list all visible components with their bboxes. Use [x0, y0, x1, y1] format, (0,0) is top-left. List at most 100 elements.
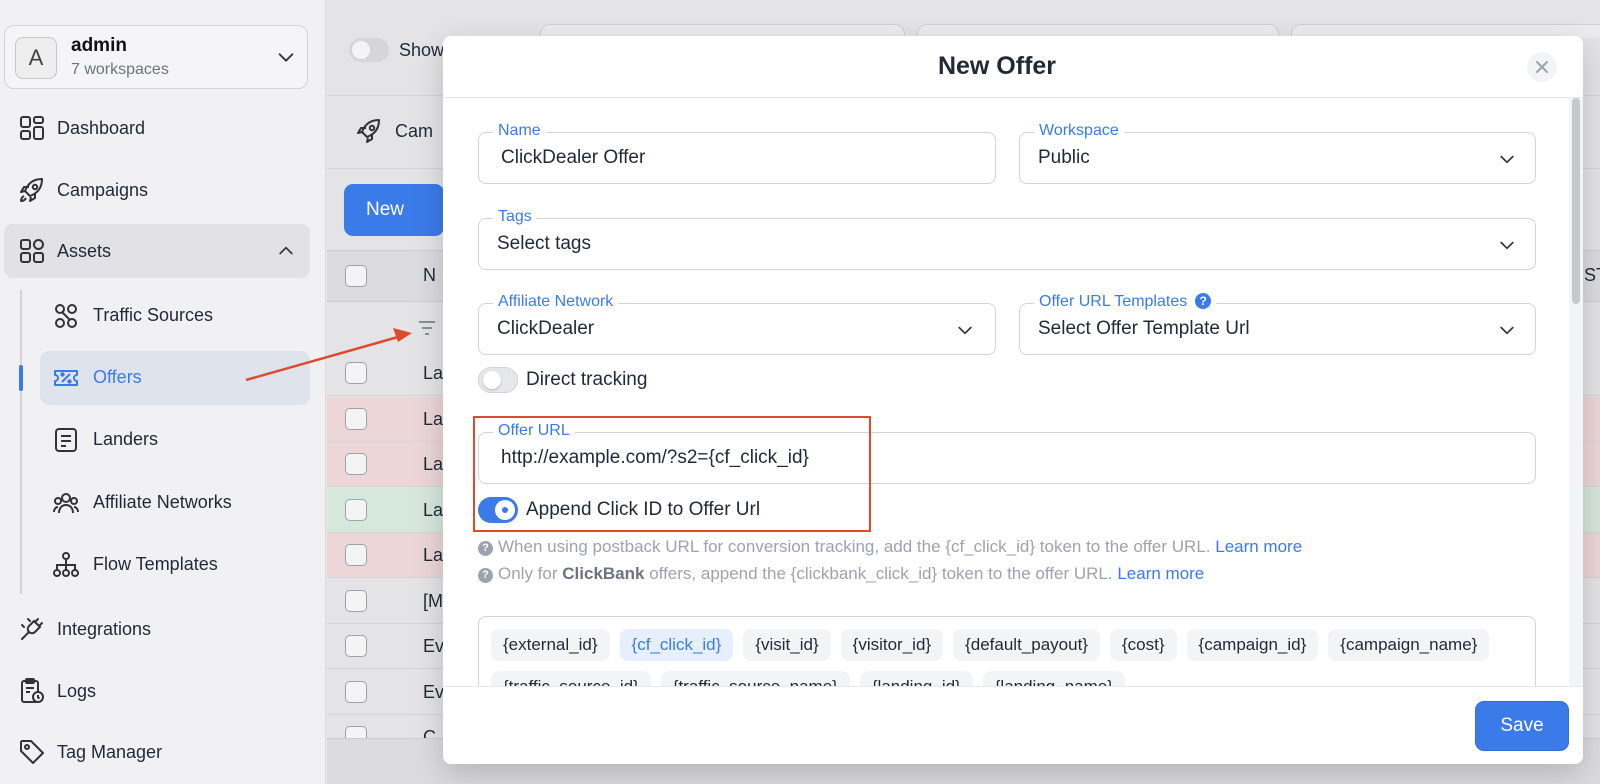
new-button[interactable]: New: [344, 184, 444, 236]
modal-footer: Save: [443, 686, 1583, 764]
help-icon[interactable]: ?: [1195, 293, 1212, 309]
sidebar-item-offers[interactable]: Offers: [40, 351, 310, 405]
row-name-cell: La: [423, 363, 444, 383]
workspace-count: 7 workspaces: [71, 61, 169, 78]
name-input[interactable]: ClickDealer Offer: [501, 147, 645, 169]
chevron-down-icon: [278, 53, 294, 62]
direct-tracking-toggle[interactable]: [478, 367, 518, 393]
workspace-switcher[interactable]: A admin 7 workspaces: [4, 25, 308, 89]
offer-url-template-value: Select Offer Template Url: [1038, 318, 1250, 339]
learn-more-link[interactable]: Learn more: [1117, 564, 1204, 583]
sidebar-item-assets[interactable]: Assets: [4, 224, 310, 278]
token-chip[interactable]: {campaign_name}: [1328, 629, 1490, 661]
landers-icon: [55, 428, 77, 452]
column-header[interactable]: N: [423, 265, 436, 286]
modal-title: New Offer: [937, 52, 1057, 80]
learn-more-link[interactable]: Learn more: [1215, 537, 1302, 556]
field-label: Workspace: [1034, 122, 1124, 140]
token-chip[interactable]: {default_payout}: [953, 629, 1100, 661]
affiliate-network-value: ClickDealer: [497, 318, 595, 339]
flow-icon: [53, 552, 79, 577]
field-label: Affiliate Network: [493, 293, 619, 311]
modal-header: New Offer: [443, 36, 1583, 98]
sidebar-item-campaigns[interactable]: Campaigns: [4, 163, 310, 217]
tag-icon: [20, 740, 44, 764]
tags-placeholder: Select tags: [497, 233, 591, 254]
token-chip[interactable]: {campaign_id}: [1186, 629, 1319, 661]
show-toggle[interactable]: [349, 38, 389, 62]
chevron-down-icon: [1500, 241, 1514, 250]
hint-text: Only for: [498, 564, 558, 583]
sidebar: A admin 7 workspaces Dashboard Campaigns…: [0, 0, 326, 784]
hint-text: When using postback URL for conversion t…: [498, 537, 1211, 556]
sidebar-item-label: Flow Templates: [93, 554, 218, 574]
row-name-cell: La: [423, 408, 444, 429]
chevron-down-icon: [1500, 155, 1514, 164]
sidebar-item-logs[interactable]: Logs: [4, 664, 310, 718]
question-icon: ?: [478, 541, 493, 556]
traffic-sources-icon: [55, 304, 77, 328]
ticket-icon: [54, 370, 78, 386]
sidebar-item-integrations[interactable]: Integrations: [4, 602, 310, 656]
token-chip[interactable]: {cf_click_id}: [619, 629, 734, 661]
scrollbar-thumb[interactable]: [1572, 98, 1580, 304]
row-checkbox[interactable]: [345, 498, 367, 521]
rocket-icon: [357, 119, 380, 143]
row-checkbox[interactable]: [345, 362, 367, 384]
hint-text: offers, append the {clickbank_click_id} …: [649, 564, 1113, 583]
campaigns-tab[interactable]: Cam: [395, 121, 433, 142]
assets-icon: [20, 239, 44, 263]
token-chip[interactable]: {visitor_id}: [840, 629, 944, 661]
sidebar-item-label: Logs: [57, 680, 97, 701]
field-label: Name: [493, 122, 546, 140]
token-chip[interactable]: {cost}: [1109, 629, 1177, 661]
sidebar-item-landers[interactable]: Landers: [40, 413, 310, 467]
row-name-cell: La: [423, 545, 444, 565]
sidebar-item-dashboard[interactable]: Dashboard: [4, 101, 310, 155]
name-field[interactable]: Name ClickDealer Offer: [478, 122, 996, 184]
sidebar-item-label: Integrations: [57, 618, 152, 639]
sidebar-item-label: Dashboard: [57, 117, 146, 138]
row-checkbox[interactable]: [345, 407, 367, 430]
select-all-checkbox[interactable]: [345, 265, 367, 287]
sidebar-item-flow-templates[interactable]: Flow Templates: [40, 538, 310, 592]
clickbank-hint: ? Only for ClickBank offers, append the {…: [478, 564, 1204, 584]
sidebar-item-affiliate-networks[interactable]: Affiliate Networks: [40, 476, 310, 530]
row-checkbox[interactable]: [345, 680, 367, 703]
row-checkbox[interactable]: [345, 635, 367, 657]
row-name-cell: [M: [423, 590, 443, 611]
chevron-up-icon: [279, 246, 293, 255]
sidebar-item-traffic-sources[interactable]: Traffic Sources: [40, 289, 310, 343]
sidebar-item-label: Offers: [93, 367, 142, 387]
row-checkbox[interactable]: [345, 544, 367, 566]
new-offer-modal: New Offer Name ClickDealer Offer Workspa…: [443, 36, 1583, 764]
sidebar-item-tag-manager[interactable]: Tag Manager: [4, 725, 310, 779]
row-checkbox[interactable]: [345, 453, 367, 475]
chevron-down-icon: [1500, 326, 1514, 335]
workspace-value: Public: [1038, 147, 1090, 168]
token-chip[interactable]: {visit_id}: [743, 629, 831, 661]
avatar: A: [15, 37, 57, 79]
token-chip[interactable]: {external_id}: [491, 629, 610, 661]
dashboard-icon: [20, 116, 44, 140]
tags-select[interactable]: Tags Select tags: [478, 208, 1536, 270]
column-header-status[interactable]: ST: [1584, 265, 1600, 286]
direct-tracking-label: Direct tracking: [526, 369, 648, 390]
filter-icon[interactable]: [417, 318, 437, 338]
chevron-down-icon: [958, 326, 972, 335]
close-button[interactable]: [1527, 52, 1557, 82]
question-icon: ?: [478, 568, 493, 583]
save-button[interactable]: Save: [1475, 701, 1569, 751]
users-icon: [53, 493, 79, 514]
affiliate-network-select[interactable]: Affiliate Network ClickDealer: [478, 293, 996, 355]
row-name-cell: Ev: [423, 636, 445, 656]
offer-url-template-select[interactable]: Offer URL Templates? Select Offer Templa…: [1019, 293, 1536, 355]
hint-bold: ClickBank: [562, 564, 645, 583]
workspace-select[interactable]: Workspace Public: [1019, 122, 1536, 184]
row-checkbox[interactable]: [345, 589, 367, 612]
sidebar-item-label: Traffic Sources: [93, 305, 214, 325]
clipboard-clock-icon: [21, 678, 44, 703]
annotation-highlight-box: [473, 416, 871, 532]
field-label: Tags: [493, 208, 537, 226]
workspace-user-name: admin: [71, 35, 127, 56]
